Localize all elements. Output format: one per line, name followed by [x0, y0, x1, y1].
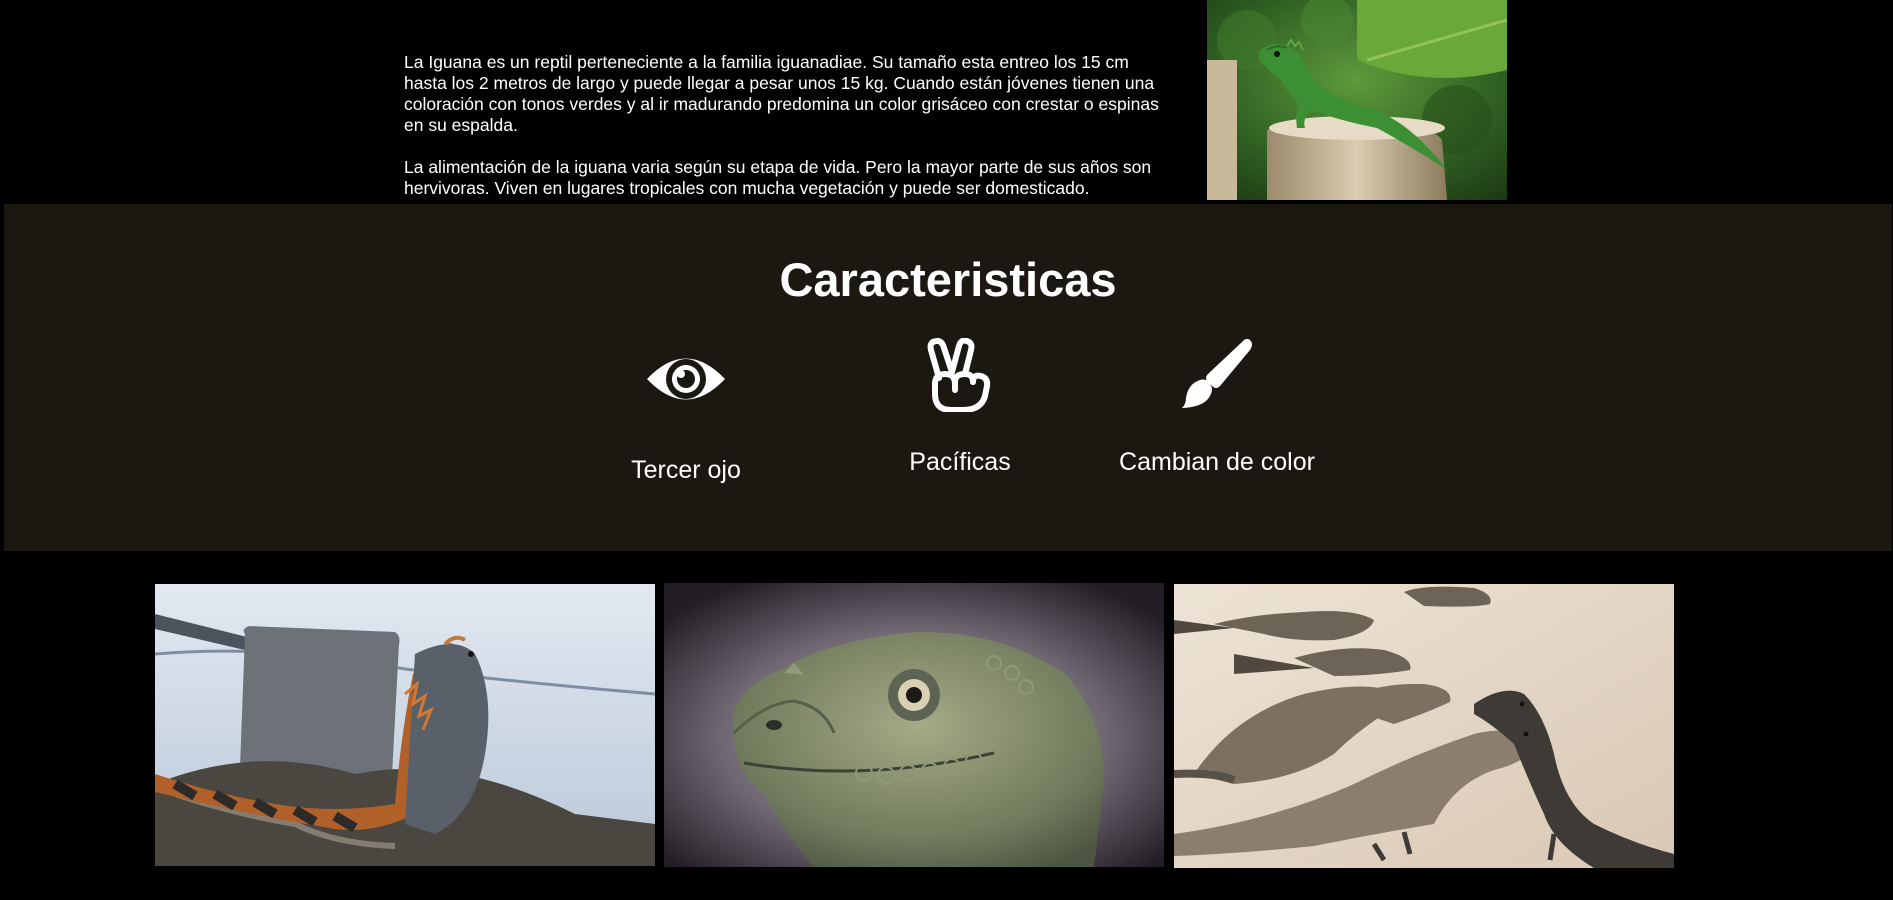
feature-change-color: Cambian de color [1097, 338, 1337, 477]
intro-section: La Iguana es un reptil perteneciente a l… [404, 52, 1174, 220]
feature-label: Cambian de color [1119, 448, 1315, 476]
paintbrush-icon [1097, 338, 1337, 420]
feature-label: Tercer ojo [631, 456, 741, 484]
peace-hand-icon [840, 338, 1080, 420]
features-section: Caracteristicas Tercer ojo Pacíficas Cam… [4, 204, 1892, 551]
eye-icon [566, 346, 806, 428]
features-title: Caracteristicas [779, 253, 1117, 306]
iguana-by-water-photo [155, 584, 655, 866]
feature-third-eye: Tercer ojo [566, 338, 806, 485]
page: La Iguana es un reptil perteneciente a l… [0, 0, 1893, 900]
feature-peaceful: Pacíficas [840, 338, 1080, 477]
iguana-head-closeup-photo [664, 583, 1164, 867]
intro-paragraph-2: La alimentación de la iguana varia según… [404, 157, 1152, 198]
feature-label: Pacíficas [909, 448, 1011, 476]
iguanas-on-beach-photo [1174, 584, 1674, 868]
green-iguana-photo [1207, 0, 1507, 200]
intro-paragraph-1: La Iguana es un reptil perteneciente a l… [404, 52, 1159, 135]
